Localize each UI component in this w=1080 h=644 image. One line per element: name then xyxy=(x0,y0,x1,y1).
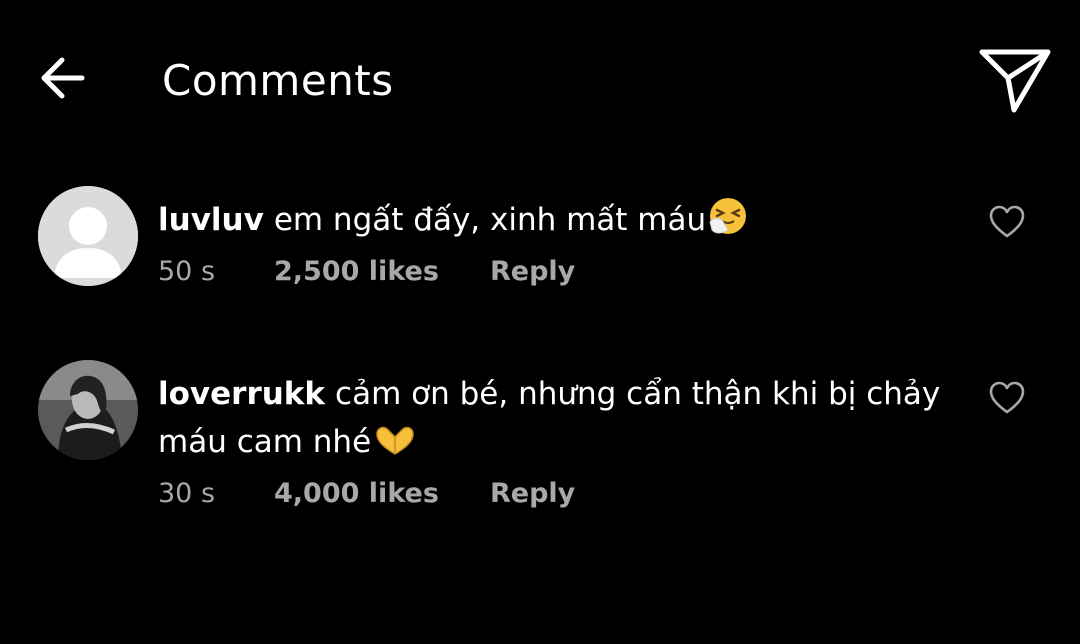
header: Comments xyxy=(0,0,1080,160)
back-button[interactable] xyxy=(34,52,90,104)
page-title: Comments xyxy=(162,56,394,105)
comment-meta: 50 s 2,500 likes Reply xyxy=(158,256,948,287)
heart-outline-icon xyxy=(989,205,1025,238)
comment-username[interactable]: luvluv xyxy=(158,202,264,238)
arrow-left-icon xyxy=(41,57,85,99)
heart-hands-emoji-icon xyxy=(373,424,417,472)
comment-text: luvluv em ngất đấy, xinh mất máu xyxy=(158,196,948,250)
comment-username[interactable]: loverrukk xyxy=(158,376,325,412)
sneezing-face-emoji-icon xyxy=(708,196,748,250)
comment-likes[interactable]: 4,000 likes xyxy=(274,478,490,509)
reply-button[interactable]: Reply xyxy=(490,478,575,509)
like-button[interactable] xyxy=(988,380,1026,416)
comment-meta: 30 s 4,000 likes Reply xyxy=(158,478,948,509)
comment-message: em ngất đấy, xinh mất máu xyxy=(273,202,707,238)
comment-likes[interactable]: 2,500 likes xyxy=(274,256,490,287)
default-avatar-icon xyxy=(38,186,138,286)
comment-time: 50 s xyxy=(158,256,216,287)
send-paper-plane-icon xyxy=(979,49,1051,113)
avatar[interactable] xyxy=(38,186,138,286)
send-button[interactable] xyxy=(974,44,1056,118)
profile-photo xyxy=(38,360,138,460)
comments-screen: Comments luvluv em ngất đấy, xinh mất máu xyxy=(0,0,1080,644)
reply-button[interactable]: Reply xyxy=(490,256,575,287)
comment-text: loverrukk cảm ơn bé, nhưng cẩn thận khi b… xyxy=(158,370,948,472)
comment-body: loverrukk cảm ơn bé, nhưng cẩn thận khi b… xyxy=(158,370,948,509)
comment-body: luvluv em ngất đấy, xinh mất máu 50 s 2,5… xyxy=(158,196,948,287)
heart-outline-icon xyxy=(989,381,1025,414)
comment-time: 30 s xyxy=(158,478,216,509)
like-button[interactable] xyxy=(988,204,1026,240)
avatar[interactable] xyxy=(38,360,138,460)
